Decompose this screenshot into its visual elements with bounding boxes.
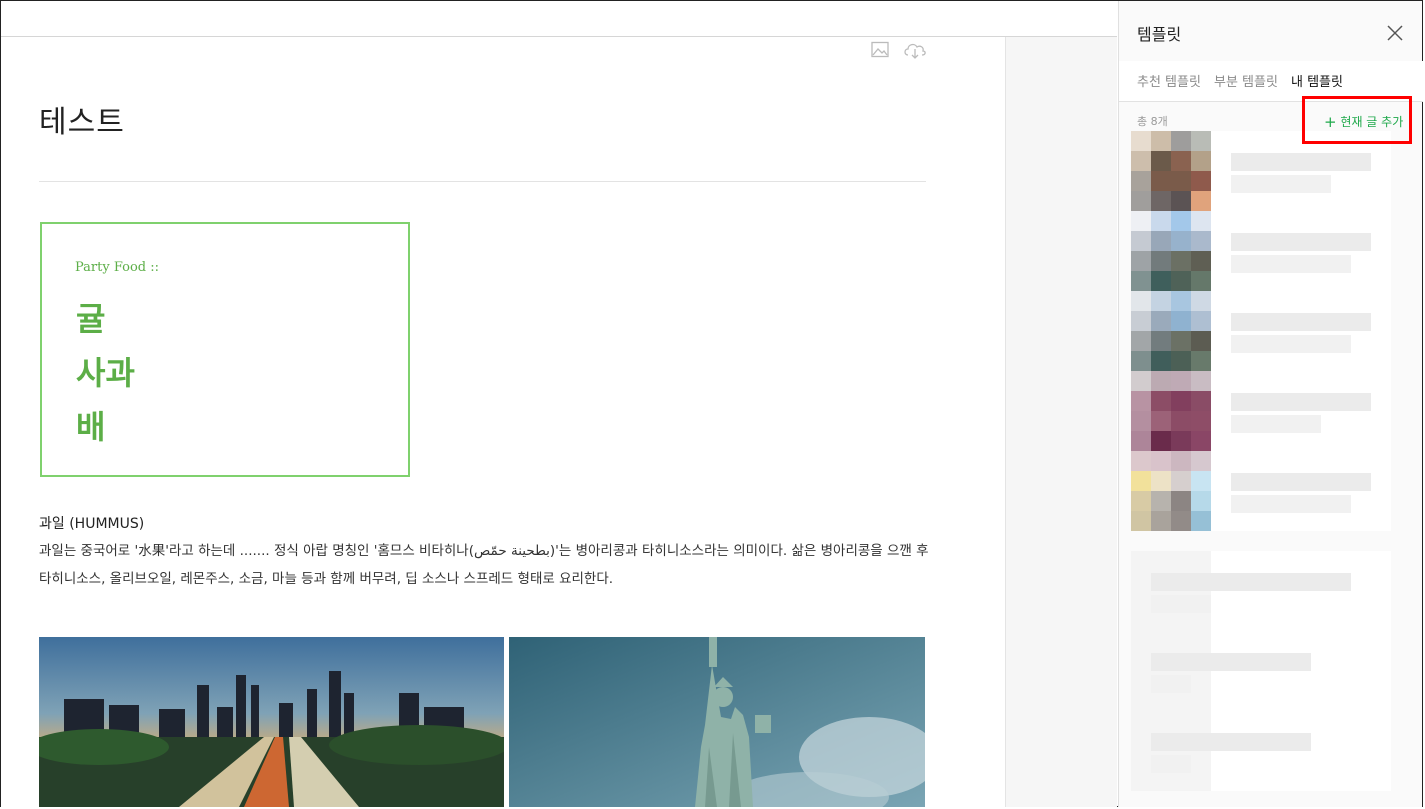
tab-recommended-templates[interactable]: 추천 템플릿 xyxy=(1137,71,1201,90)
template-item[interactable] xyxy=(1131,631,1391,711)
plus-icon: + xyxy=(1324,113,1337,131)
template-thumbnail xyxy=(1131,371,1211,451)
statue-of-liberty-photo[interactable] xyxy=(509,637,925,807)
template-item[interactable] xyxy=(1131,211,1391,291)
body-heading[interactable]: 과일 (HUMMUS) xyxy=(39,513,144,533)
title-divider xyxy=(39,181,926,182)
template-item[interactable] xyxy=(1131,551,1391,631)
body-paragraph[interactable]: 과일는 중국어로 '水果'라고 하는데 ....... 정식 아랍 명칭인 '홈… xyxy=(39,537,929,593)
card-items: 귤 사과 배 xyxy=(76,292,135,454)
template-panel: 템플릿 추천 템플릿 부분 템플릿 내 템플릿 총 8개 + 현재 글 추가 xyxy=(1118,1,1423,807)
template-count: 총 8개 xyxy=(1137,115,1168,128)
template-thumbnail xyxy=(1131,551,1211,631)
close-icon[interactable] xyxy=(1385,23,1405,43)
template-thumbnail xyxy=(1131,631,1211,711)
card-item: 사과 xyxy=(76,354,135,392)
card-item: 귤 xyxy=(76,300,106,338)
template-tabs: 추천 템플릿 부분 템플릿 내 템플릿 xyxy=(1119,61,1423,102)
panel-title: 템플릿 xyxy=(1137,25,1182,44)
template-item[interactable] xyxy=(1131,371,1391,451)
city-skyline-photo[interactable] xyxy=(39,637,504,807)
card-item: 배 xyxy=(76,408,106,446)
tab-my-templates[interactable]: 내 템플릿 xyxy=(1291,71,1343,90)
editor-area: 테스트 Party Food :: 귤 사과 배 과일 (HUMMUS) 과일는… xyxy=(1,1,1117,807)
template-thumbnail xyxy=(1131,291,1211,371)
template-item[interactable] xyxy=(1131,131,1391,211)
editor-gutter xyxy=(1005,37,1117,807)
card-subtitle: Party Food :: xyxy=(75,260,160,275)
template-item[interactable] xyxy=(1131,291,1391,371)
template-thumbnail xyxy=(1131,211,1211,291)
add-current-post-label: 현재 글 추가 xyxy=(1340,115,1404,129)
template-item[interactable] xyxy=(1131,711,1391,791)
image-icon[interactable] xyxy=(870,41,892,59)
editor-topbar xyxy=(1,1,1117,37)
tab-partial-templates[interactable]: 부분 템플릿 xyxy=(1214,71,1278,90)
template-item[interactable] xyxy=(1131,451,1391,531)
add-current-post-button[interactable]: + 현재 글 추가 xyxy=(1324,113,1403,131)
party-food-card[interactable]: Party Food :: 귤 사과 배 xyxy=(40,222,410,477)
template-thumbnail xyxy=(1131,451,1211,531)
post-title[interactable]: 테스트 xyxy=(39,97,125,141)
cloud-download-icon[interactable] xyxy=(902,41,928,59)
template-thumbnail xyxy=(1131,131,1211,211)
template-thumbnail xyxy=(1131,711,1211,791)
